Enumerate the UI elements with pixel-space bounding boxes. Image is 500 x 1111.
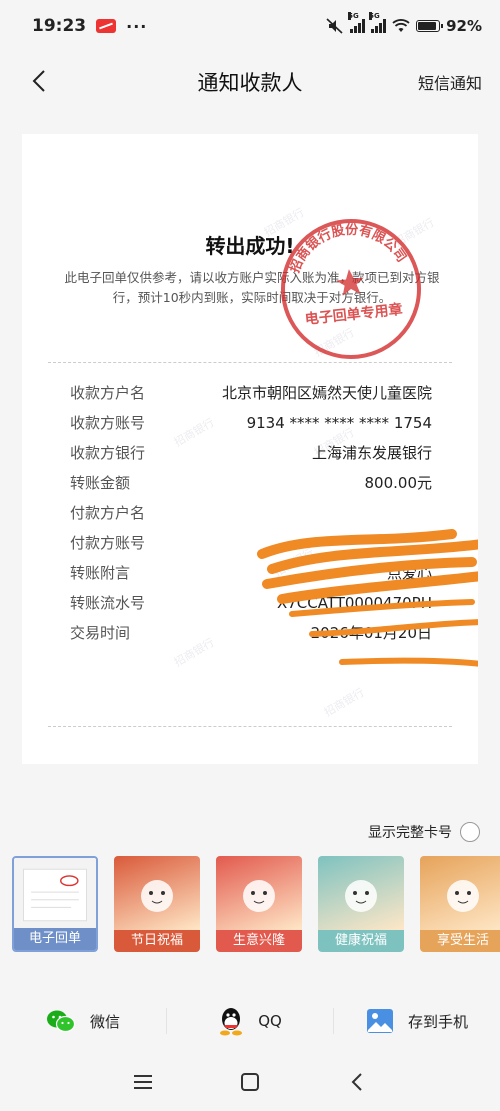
- detail-row: 收款方账号 9134 **** **** **** 1754: [70, 408, 432, 438]
- template-label: 健康祝福: [318, 930, 404, 952]
- receipt-detail-list: 收款方户名 北京市朝阳区嫣然天使儿童医院收款方账号 9134 **** **** *…: [70, 378, 432, 648]
- detail-row: 收款方户名 北京市朝阳区嫣然天使儿童医院: [70, 378, 432, 408]
- template-label: 享受生活: [420, 930, 500, 952]
- detail-label: 付款方账号: [70, 534, 146, 552]
- detail-label: 收款方银行: [70, 444, 146, 462]
- detail-label: 交易时间: [70, 624, 131, 642]
- status-time: 19:23: [32, 16, 87, 36]
- detail-label: 付款方户名: [70, 504, 146, 522]
- chevron-left-icon: [32, 70, 45, 92]
- detail-label: 转账金额: [70, 474, 131, 492]
- nav-bar: 通知收款人 短信通知: [0, 52, 500, 112]
- show-full-card-label: 显示完整卡号: [368, 825, 452, 841]
- template-card[interactable]: 生意兴隆: [216, 856, 302, 952]
- stock-app-notification-icon: [96, 19, 117, 33]
- detail-value: [196, 528, 432, 558]
- status-bar: 19:23 ··· 5G 5G 92%: [0, 0, 500, 52]
- sms-notify-button[interactable]: 短信通知: [418, 70, 482, 94]
- detail-value: 上海浦东发展银行: [311, 444, 432, 462]
- recent-apps-button[interactable]: [123, 1062, 163, 1102]
- chevron-left-icon: [351, 1073, 362, 1091]
- network-type-label: 5G: [348, 12, 359, 20]
- detail-label: 收款方户名: [70, 384, 146, 402]
- divider: [48, 726, 452, 727]
- share-bar: 微信 QQ 存到手机: [0, 996, 500, 1046]
- detail-row: 转账附言 点爱心: [70, 558, 432, 588]
- battery-icon: [416, 20, 444, 32]
- network-type-label: 5G: [369, 12, 380, 20]
- template-card[interactable]: 节日祝福: [114, 856, 200, 952]
- home-square-icon: [240, 1073, 259, 1091]
- page-title: 通知收款人: [197, 71, 303, 95]
- detail-value: [196, 498, 432, 528]
- detail-row: 收款方银行 上海浦东发展银行: [70, 438, 432, 468]
- receipt-template-list: 电子回单 节日祝福 生意兴隆 健康祝福 享受生活: [12, 856, 500, 952]
- wechat-icon: [46, 1010, 76, 1033]
- stamp-bottom-text: 电子回单专用章: [304, 301, 403, 328]
- template-thumbnail: [216, 856, 302, 930]
- detail-value: 800.00元: [364, 474, 433, 492]
- detail-row: 交易时间 2026年01月20日: [70, 618, 432, 648]
- wifi-icon: [392, 19, 410, 32]
- radio-button[interactable]: [460, 822, 480, 842]
- menu-icon: [134, 1075, 153, 1089]
- template-thumbnail: [114, 856, 200, 930]
- detail-label: 收款方账号: [70, 414, 146, 432]
- home-button[interactable]: [230, 1062, 270, 1102]
- back-button[interactable]: [24, 66, 54, 96]
- svg-text:招商银行股份有限公司: 招商银行股份有限公司: [282, 216, 409, 277]
- detail-label: 转账流水号: [70, 594, 146, 612]
- detail-value: X7CCATT0000470PH: [276, 594, 432, 612]
- template-card[interactable]: 健康祝福: [318, 856, 404, 952]
- divider: [48, 362, 452, 363]
- template-thumbnail: [318, 856, 404, 930]
- mute-icon: [326, 18, 343, 34]
- signal-icon: 5G: [348, 12, 366, 33]
- save-to-phone-button[interactable]: 存到手机: [334, 1008, 500, 1034]
- image-save-icon: [366, 1009, 393, 1033]
- template-card[interactable]: 享受生活: [420, 856, 500, 952]
- receipt-card: 招商银行 招商银行 招商银行 招商银行 招商银行 招商银行 招商银行 招商银行 …: [22, 134, 478, 764]
- template-thumbnail: [14, 858, 96, 932]
- signal-icon: 5G: [369, 12, 387, 33]
- detail-row: 转账金额 800.00元: [70, 468, 432, 498]
- bank-seal-stamp: 招商银行股份有限公司 电子回单专用章: [281, 216, 421, 359]
- share-wechat-label: 微信: [89, 1012, 120, 1031]
- share-qq-button[interactable]: QQ: [167, 1006, 333, 1036]
- share-wechat-button[interactable]: 微信: [0, 1008, 166, 1034]
- save-to-phone-label: 存到手机: [407, 1012, 468, 1031]
- template-card[interactable]: 电子回单: [12, 856, 98, 952]
- detail-label: 转账附言: [70, 564, 131, 582]
- share-qq-label: QQ: [258, 1012, 282, 1030]
- template-label: 生意兴隆: [216, 930, 302, 952]
- detail-row: 付款方账号: [70, 528, 432, 558]
- detail-value: 9134 **** **** **** 1754: [246, 414, 432, 432]
- show-full-card-toggle[interactable]: 显示完整卡号: [368, 822, 480, 842]
- qq-icon: [220, 1008, 243, 1036]
- stamp-top-text: 招商银行股份有限公司: [282, 216, 409, 277]
- detail-row: 付款方户名: [70, 498, 432, 528]
- detail-value: 北京市朝阳区嫣然天使儿童医院: [221, 384, 432, 402]
- detail-value: 2026年01月20日: [310, 624, 432, 642]
- template-thumbnail: [420, 856, 500, 930]
- system-back-button[interactable]: [337, 1062, 377, 1102]
- battery-percent: 92%: [446, 17, 482, 35]
- system-nav-bar: [0, 1056, 500, 1108]
- watermark: 招商银行: [321, 685, 367, 720]
- more-notifications-icon: ···: [126, 16, 148, 36]
- detail-row: 转账流水号 X7CCATT0000470PH: [70, 588, 432, 618]
- detail-value: 点爱心: [386, 564, 432, 582]
- template-label: 节日祝福: [114, 930, 200, 952]
- template-label: 电子回单: [14, 928, 96, 950]
